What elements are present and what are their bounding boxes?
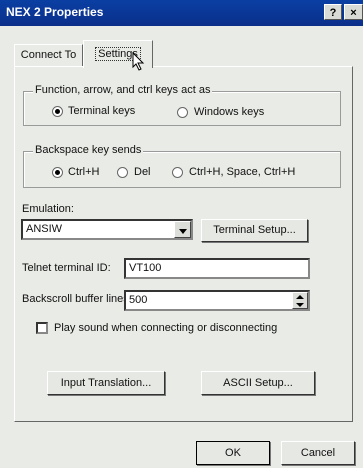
ctrl-h-space-label[interactable]: Ctrl+H, Space, Ctrl+H [189,166,295,178]
play-sound-checkbox[interactable] [36,322,48,334]
help-button[interactable]: ? [324,4,342,20]
terminal-keys-radio[interactable] [52,106,63,117]
terminal-keys-label[interactable]: Terminal keys [68,105,135,117]
close-button[interactable]: × [344,4,363,20]
ctrl-h-space-radio[interactable] [172,167,183,178]
play-sound-label[interactable]: Play sound when connecting or disconnect… [54,322,277,334]
backscroll-input[interactable]: 500 [124,290,310,311]
telnet-terminal-id-label: Telnet terminal ID: [22,262,111,274]
terminal-setup-button[interactable]: Terminal Setup... [201,219,308,242]
windows-keys-label[interactable]: Windows keys [194,106,264,118]
ctrl-h-label[interactable]: Ctrl+H [68,166,99,178]
del-label[interactable]: Del [134,166,151,178]
window-title: NEX 2 Properties [6,5,104,19]
ok-button[interactable]: OK [196,441,270,465]
chevron-down-icon[interactable] [174,221,191,238]
tab-connect-to[interactable]: Connect To [14,44,83,66]
input-translation-button[interactable]: Input Translation... [47,371,165,395]
function-keys-legend: Function, arrow, and ctrl keys act as [33,84,213,96]
ctrl-h-radio[interactable] [52,167,63,178]
tab-connect-to-label: Connect To [20,49,77,61]
spin-up-icon [296,295,304,299]
emulation-select[interactable]: ANSIW [21,219,193,240]
spin-buttons[interactable] [292,292,308,309]
backspace-legend: Backspace key sends [33,144,144,156]
cancel-button[interactable]: Cancel [281,441,355,465]
mouse-cursor-icon [132,52,145,71]
telnet-terminal-id-input[interactable]: VT100 [124,258,310,279]
windows-keys-radio[interactable] [177,107,188,118]
emulation-label: Emulation: [22,203,74,215]
backscroll-label: Backscroll buffer lines: [22,293,132,305]
del-radio[interactable] [117,167,128,178]
ascii-setup-button[interactable]: ASCII Setup... [201,371,315,395]
spin-down-icon [296,303,304,307]
